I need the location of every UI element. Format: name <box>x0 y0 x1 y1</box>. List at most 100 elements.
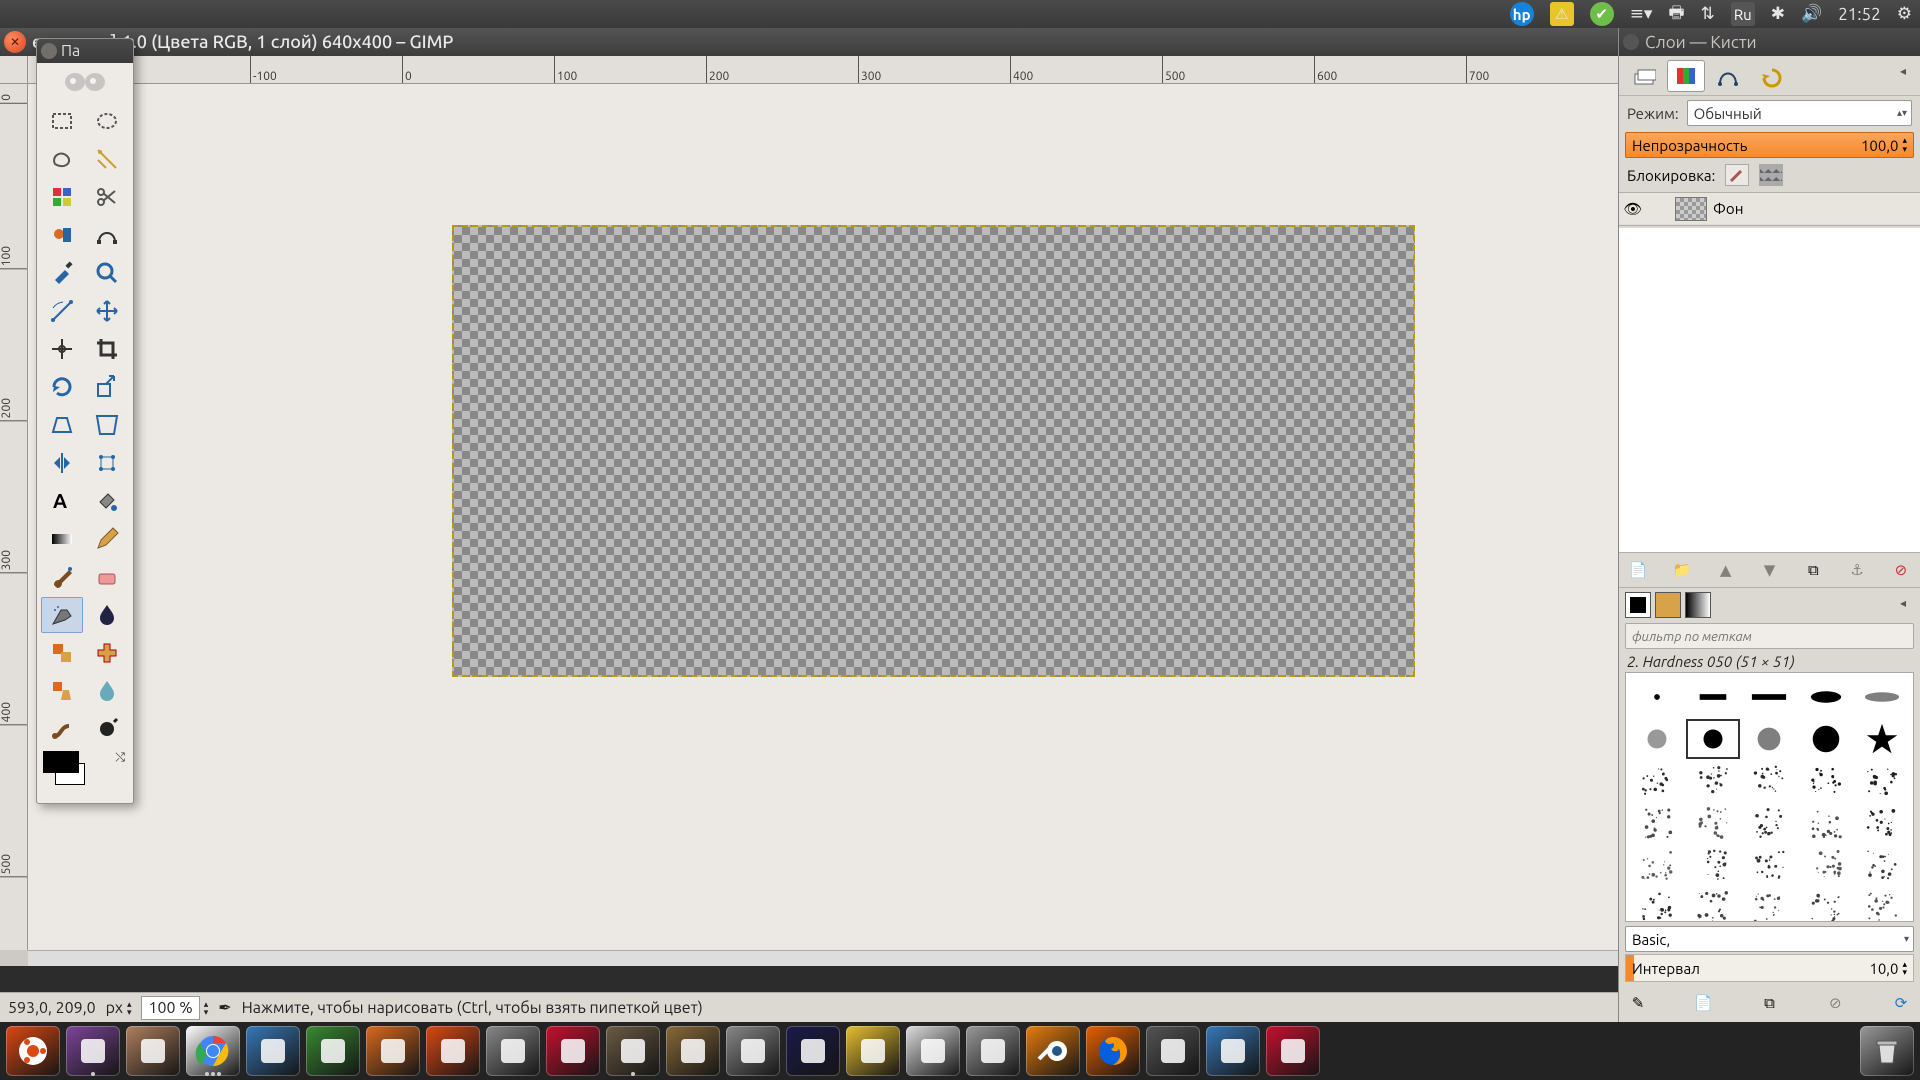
tool-crop[interactable] <box>86 331 128 367</box>
tab-undo-history-icon[interactable] <box>1751 60 1789 92</box>
brush-preset[interactable] <box>1630 803 1684 843</box>
tool-foreground-select[interactable] <box>41 217 83 253</box>
layer-duplicate-button[interactable]: ⧉ <box>1800 557 1826 583</box>
brush-preset[interactable] <box>1630 887 1684 922</box>
tool-perspective-clone[interactable] <box>41 673 83 709</box>
brush-preset[interactable] <box>1799 845 1853 885</box>
tray-clock[interactable]: 21:52 <box>1830 0 1889 28</box>
layer-new-button[interactable]: 📄 <box>1625 557 1651 583</box>
tool-fuzzy-select[interactable] <box>86 141 128 177</box>
tool-perspective[interactable] <box>86 407 128 443</box>
brush-grid[interactable] <box>1625 672 1914 922</box>
launcher-settings[interactable] <box>486 1026 540 1076</box>
tool-ink[interactable] <box>86 597 128 633</box>
tool-eraser[interactable] <box>86 559 128 595</box>
horizontal-scrollbar[interactable] <box>28 950 1892 966</box>
brush-preset[interactable] <box>1799 887 1853 922</box>
dock-titlebar[interactable]: Слои — Кисти <box>1619 28 1920 56</box>
launcher-redshift[interactable] <box>846 1026 900 1076</box>
tool-cage[interactable] <box>86 445 128 481</box>
brush-spacing-slider[interactable]: Интервал 10,0 ▴▾ <box>1625 954 1914 982</box>
launcher-downloads[interactable] <box>666 1026 720 1076</box>
brush-preset[interactable] <box>1630 845 1684 885</box>
canvas[interactable] <box>452 225 1415 677</box>
brush-preset[interactable] <box>1855 845 1909 885</box>
layer-down-button[interactable]: ▼ <box>1756 557 1782 583</box>
vertical-ruler[interactable]: 0100200300400500 <box>0 84 28 950</box>
launcher-magnifier[interactable] <box>1146 1026 1200 1076</box>
launcher-image-viewer[interactable] <box>246 1026 300 1076</box>
tool-blur[interactable] <box>86 673 128 709</box>
launcher-firefox[interactable] <box>1086 1026 1140 1076</box>
tool-dodge[interactable] <box>86 711 128 747</box>
brush-preset[interactable] <box>1799 803 1853 843</box>
spacing-stepper[interactable]: ▴▾ <box>1902 960 1907 976</box>
brush-preset[interactable] <box>1855 803 1909 843</box>
tool-flip[interactable] <box>41 445 83 481</box>
brush-edit-button[interactable]: ✎ <box>1625 990 1651 1016</box>
tool-color-select[interactable] <box>41 179 83 215</box>
tool-airbrush[interactable] <box>41 597 83 633</box>
toolbox-close-icon[interactable] <box>41 43 57 59</box>
tool-blend[interactable] <box>41 521 83 557</box>
layer-anchor-button[interactable]: ⚓ <box>1844 557 1870 583</box>
layer-list[interactable]: 👁 Фон <box>1619 192 1920 226</box>
tool-align[interactable] <box>41 331 83 367</box>
tray-menu-icon[interactable]: ≡▾ <box>1622 0 1661 28</box>
launcher-brasero[interactable] <box>906 1026 960 1076</box>
status-unit-combo[interactable]: px ▴▾ <box>106 999 132 1017</box>
layer-visibility-icon[interactable]: 👁 <box>1619 200 1647 218</box>
launcher-screenshot[interactable] <box>1206 1026 1260 1076</box>
tab-layers-icon[interactable] <box>1625 60 1663 92</box>
tab-gradients-icon[interactable] <box>1685 592 1711 618</box>
brush-preset[interactable] <box>1686 761 1740 801</box>
brush-preset[interactable] <box>1855 677 1909 717</box>
layer-mode-combo[interactable]: Обычный ▴▾ <box>1687 100 1912 126</box>
tab-menu-icon[interactable]: ◂ <box>1900 64 1916 80</box>
tray-print-icon[interactable]: 🖶 <box>1660 0 1692 28</box>
opacity-slider[interactable]: Непрозрачность 100,0 ▴▾ <box>1625 132 1914 158</box>
layer-thumbnail[interactable] <box>1675 197 1707 221</box>
brush-preset[interactable] <box>1686 803 1740 843</box>
launcher-usb[interactable] <box>726 1026 780 1076</box>
tool-rotate[interactable] <box>41 369 83 405</box>
launcher-impress[interactable] <box>366 1026 420 1076</box>
window-close-button[interactable]: ✕ <box>4 31 26 53</box>
tool-color-picker[interactable] <box>41 255 83 291</box>
tool-clone[interactable] <box>41 635 83 671</box>
tray-network-icon[interactable]: ⇅ <box>1693 0 1723 28</box>
brush-filter-input[interactable] <box>1625 623 1914 649</box>
brush-preset[interactable] <box>1855 719 1909 759</box>
tool-measure[interactable] <box>41 293 83 329</box>
brush-preset[interactable] <box>1799 761 1853 801</box>
tab-channels-icon[interactable] <box>1667 60 1705 92</box>
brush-preset[interactable] <box>1630 719 1684 759</box>
tool-paintbrush[interactable] <box>41 559 83 595</box>
tool-smudge[interactable] <box>41 711 83 747</box>
brush-preset[interactable] <box>1855 887 1909 922</box>
toolbox-panel[interactable]: Па A ⤭ <box>36 38 134 804</box>
tool-scale[interactable] <box>86 369 128 405</box>
tool-shear[interactable] <box>41 407 83 443</box>
foreground-color-swatch[interactable] <box>43 751 79 773</box>
tool-ellipse-select[interactable] <box>86 103 128 139</box>
brush-duplicate-button[interactable]: ⧉ <box>1757 990 1783 1016</box>
launcher-stellarium[interactable] <box>786 1026 840 1076</box>
brush-preset[interactable] <box>1742 887 1796 922</box>
launcher-gimp[interactable] <box>606 1026 660 1076</box>
brush-preset[interactable] <box>1686 719 1740 759</box>
layer-up-button[interactable]: ▲ <box>1713 557 1739 583</box>
tool-bucket-fill[interactable] <box>86 483 128 519</box>
launcher-blender[interactable] <box>1026 1026 1080 1076</box>
tray-session-gear-icon[interactable]: ⚙ <box>1889 0 1920 28</box>
tray-bluetooth-icon[interactable]: ✱ <box>1763 0 1793 28</box>
brush-delete-button[interactable]: ⊘ <box>1822 990 1848 1016</box>
launcher-reader[interactable] <box>1266 1026 1320 1076</box>
launcher-trash[interactable] <box>1860 1026 1914 1076</box>
tab-paths-icon[interactable] <box>1709 60 1747 92</box>
opacity-stepper[interactable]: ▴▾ <box>1902 136 1907 154</box>
brush-preset[interactable] <box>1855 761 1909 801</box>
tool-free-select[interactable] <box>41 141 83 177</box>
launcher-updater[interactable] <box>966 1026 1020 1076</box>
launcher-opera[interactable] <box>546 1026 600 1076</box>
